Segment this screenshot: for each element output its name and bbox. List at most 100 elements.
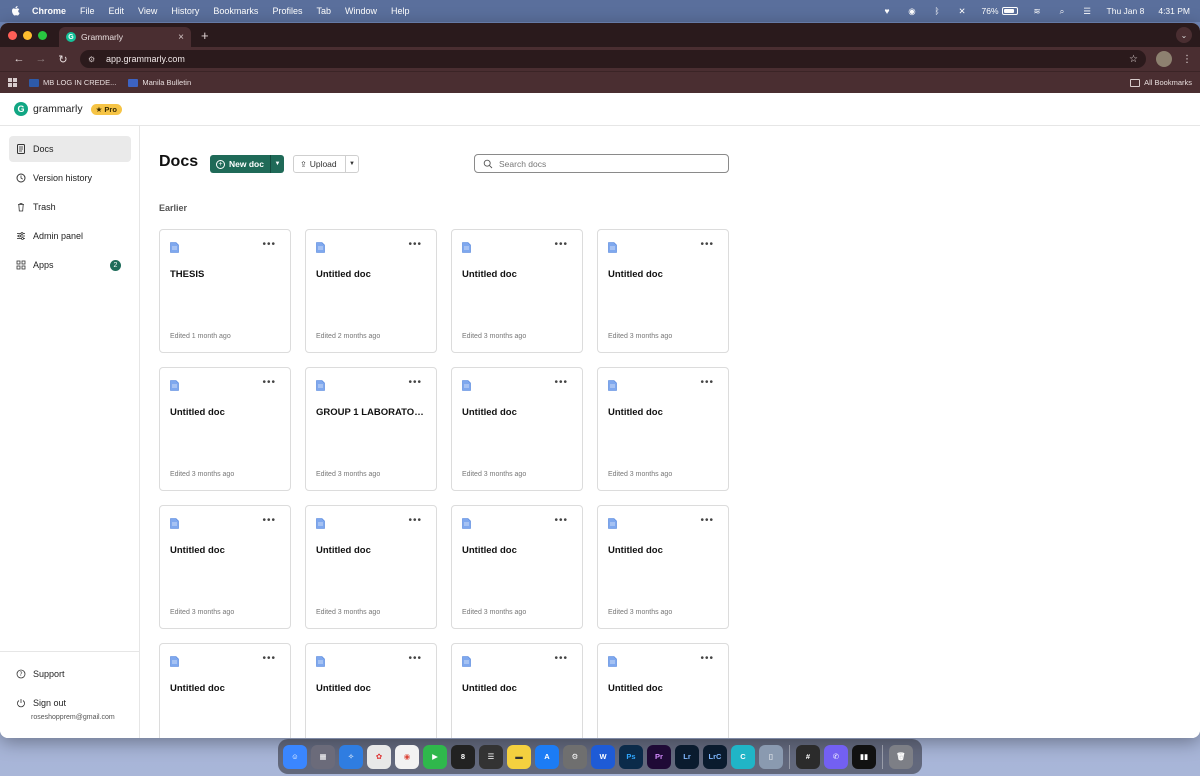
chrome-menu-icon[interactable]: ⋮ [1182,54,1192,65]
more-options-icon[interactable]: ••• [262,377,276,388]
more-options-icon[interactable]: ••• [262,653,276,664]
word-icon[interactable]: W [591,744,615,769]
chrome-icon[interactable]: ◉ [395,744,419,769]
sidebar-item-support[interactable]: ? Support [9,661,131,687]
forward-arrow-icon[interactable]: → [30,53,52,65]
more-options-icon[interactable]: ••• [262,515,276,526]
more-options-icon[interactable]: ••• [554,515,568,526]
menu-profiles[interactable]: Profiles [272,6,302,16]
system-settings-icon[interactable]: ⚙ [563,744,587,769]
doc-card[interactable]: ••• Untitled doc [305,643,437,738]
brand-name[interactable]: grammarly [33,103,83,115]
more-options-icon[interactable]: ••• [554,239,568,250]
doc-card[interactable]: ••• Untitled doc [159,643,291,738]
photos-icon[interactable]: ✿ [367,744,391,769]
site-info-icon[interactable]: ⚙ [88,55,98,64]
doc-card[interactable]: ••• Untitled doc Edited 3 months ago [451,505,583,629]
more-options-icon[interactable]: ••• [700,653,714,664]
grammarly-status-icon[interactable]: ◉ [907,6,918,17]
launchpad-icon[interactable]: ▦ [311,744,335,769]
more-options-icon[interactable]: ••• [408,239,422,250]
slack-icon[interactable]: # [796,744,820,769]
more-options-icon[interactable]: ••• [700,239,714,250]
mute-icon[interactable]: ✕ [957,6,968,17]
calendar-icon[interactable]: 8 [451,744,475,769]
doc-card[interactable]: ••• Untitled doc Edited 3 months ago [597,505,729,629]
photoshop-icon[interactable]: Ps [619,744,643,769]
sidebar-item-trash[interactable]: Trash [9,194,131,220]
menu-file[interactable]: File [80,6,95,16]
menu-tab[interactable]: Tab [316,6,331,16]
back-arrow-icon[interactable]: ← [8,53,30,65]
sidebar-item-admin-panel[interactable]: Admin panel [9,223,131,249]
notes-icon[interactable]: ▬ [507,744,531,769]
menu-history[interactable]: History [171,6,199,16]
bookmark-star-icon[interactable]: ☆ [1129,54,1138,65]
lightroom-icon[interactable]: Lr [675,744,699,769]
premiere-icon[interactable]: Pr [647,744,671,769]
apps-grid-icon[interactable] [8,78,17,87]
doc-card[interactable]: ••• GROUP 1 LABORATOR... Edited 3 months a… [305,367,437,491]
app-store-icon[interactable]: A [535,744,559,769]
more-options-icon[interactable]: ••• [554,377,568,388]
more-options-icon[interactable]: ••• [408,515,422,526]
grammarly-logo-icon[interactable]: G [14,102,28,116]
menu-view[interactable]: View [138,6,157,16]
menu-help[interactable]: Help [391,6,410,16]
menubar-date[interactable]: Thu Jan 8 [1107,6,1145,16]
browser-tab-grammarly[interactable]: G Grammarly × [59,27,191,47]
doc-card[interactable]: ••• Untitled doc Edited 3 months ago [597,229,729,353]
safari-icon[interactable]: ✧ [339,744,363,769]
bookmark-mb-login[interactable]: MB LOG IN CREDE... [29,78,116,87]
doc-card[interactable]: ••• Untitled doc Edited 2 months ago [305,229,437,353]
lightroom-classic-icon[interactable]: LrC [703,744,727,769]
control-center-icon[interactable]: ☰ [1082,6,1093,17]
sidebar-item-apps[interactable]: Apps 2 [9,252,131,278]
doc-card[interactable]: ••• Untitled doc Edited 3 months ago [159,367,291,491]
more-options-icon[interactable]: ••• [408,653,422,664]
bluetooth-icon[interactable]: ᛒ [932,6,943,17]
doc-card[interactable]: ••• Untitled doc Edited 3 months ago [451,229,583,353]
heart-icon[interactable]: ♥ [882,6,893,17]
doc-card[interactable]: ••• THESIS Edited 1 month ago [159,229,291,353]
new-doc-button[interactable]: + New doc ▼ [210,155,284,173]
all-bookmarks-button[interactable]: All Bookmarks [1130,78,1192,87]
new-doc-dropdown-icon[interactable]: ▼ [270,155,284,173]
menubar-time[interactable]: 4:31 PM [1158,6,1190,16]
more-options-icon[interactable]: ••• [262,239,276,250]
menu-bookmarks[interactable]: Bookmarks [213,6,258,16]
close-window-button[interactable] [8,30,17,40]
minimize-window-button[interactable] [23,30,32,40]
reminders-icon[interactable]: ☰ [479,744,503,769]
canva-icon[interactable]: C [731,744,755,769]
reload-icon[interactable]: ↻ [52,53,74,66]
facetime-icon[interactable]: ▶ [423,744,447,769]
sign-out-button[interactable]: Sign out [9,690,131,716]
upload-button[interactable]: ⇪ Upload ▼ [293,155,359,173]
viber-icon[interactable]: ✆ [824,744,848,769]
tab-search-chevron-icon[interactable]: ⌄ [1176,27,1192,43]
battery-status[interactable]: 76% [982,6,1018,16]
doc-card[interactable]: ••• Untitled doc Edited 3 months ago [451,367,583,491]
zoom-window-button[interactable] [38,30,47,40]
sidebar-item-version-history[interactable]: Version history [9,165,131,191]
new-tab-plus-icon[interactable]: + [201,28,209,43]
address-bar[interactable]: ⚙ app.grammarly.com ☆ [80,50,1146,68]
more-options-icon[interactable]: ••• [700,377,714,388]
capcut-icon[interactable]: ▮▮ [852,744,876,769]
menu-window[interactable]: Window [345,6,377,16]
doc-card[interactable]: ••• Untitled doc [597,643,729,738]
more-options-icon[interactable]: ••• [554,653,568,664]
upload-dropdown-icon[interactable]: ▼ [345,156,358,172]
wifi-icon[interactable]: ≋ [1032,6,1043,17]
profile-avatar[interactable] [1156,51,1172,67]
doc-card[interactable]: ••• Untitled doc [451,643,583,738]
close-tab-icon[interactable]: × [178,32,184,43]
search-input[interactable]: Search docs [474,154,729,173]
doc-card[interactable]: ••• Untitled doc Edited 3 months ago [159,505,291,629]
sidebar-item-docs[interactable]: Docs [9,136,131,162]
trash-bin-icon[interactable]: 🗑 [889,744,913,769]
more-options-icon[interactable]: ••• [408,377,422,388]
doc-card[interactable]: ••• Untitled doc Edited 3 months ago [597,367,729,491]
files-icon[interactable]: ▯ [759,744,783,769]
